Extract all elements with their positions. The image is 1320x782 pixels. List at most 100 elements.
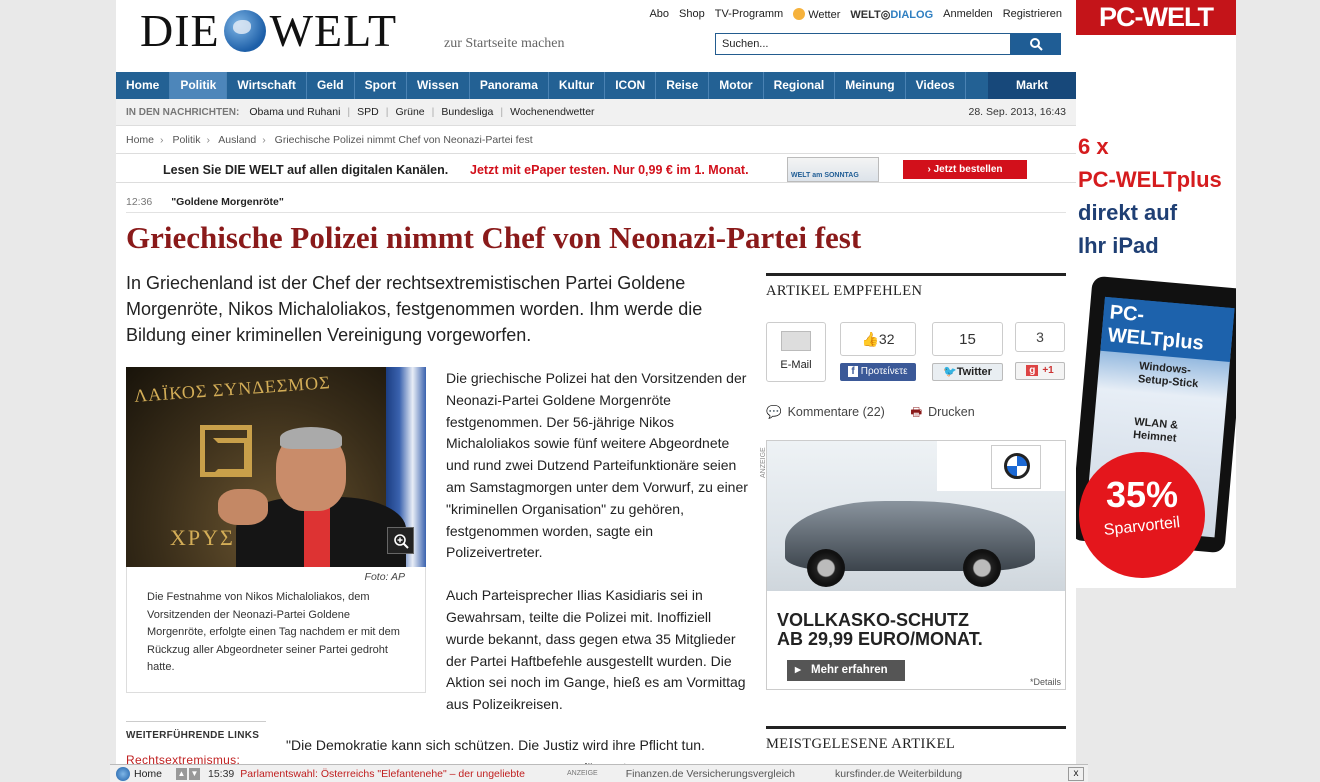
photo-caption-box: Foto: AP Die Festnahme von Nikos Michalo… [126, 567, 426, 693]
nav-panorama[interactable]: Panorama [470, 72, 549, 99]
weather-icon [793, 8, 806, 20]
top-links: Abo Shop TV-Programm Wetter WELT◎DIALOG … [649, 8, 1062, 21]
nav-motor[interactable]: Motor [709, 72, 764, 99]
article-actions: 💬 Kommentare (22) 🖶 Drucken [766, 403, 975, 424]
discount-badge: 35% Sparvorteil [1079, 452, 1205, 578]
ad-headline-1: VOLLKASKO-SCHUTZ [777, 610, 969, 630]
nav-reise[interactable]: Reise [656, 72, 710, 99]
gp-btn-label: +1 [1042, 365, 1054, 376]
article-time: 12:36 [126, 196, 153, 208]
bar-ad-label: ANZEIGE [566, 770, 598, 777]
fb-count-value: 32 [878, 331, 895, 347]
arrow-down-icon[interactable]: ▼ [189, 767, 200, 780]
nav-geld[interactable]: Geld [307, 72, 355, 99]
logo-text-left: DIE [140, 5, 220, 56]
news-item[interactable]: Grüne [395, 106, 424, 118]
welt-dialog-link[interactable]: WELT◎DIALOG [850, 8, 933, 21]
nav-markt[interactable]: Markt [988, 72, 1076, 99]
nav-videos[interactable]: Videos [906, 72, 966, 99]
news-item[interactable]: SPD [357, 106, 379, 118]
weather-link[interactable]: Wetter [793, 8, 840, 21]
news-item[interactable]: Bundesliga [441, 106, 493, 118]
photo-caption: Die Festnahme von Nikos Michaloliakos, d… [147, 591, 400, 673]
article-paragraph: Die griechische Polizei hat den Vorsitze… [446, 370, 748, 561]
email-label: E-Mail [780, 359, 812, 371]
breadcrumb-politik[interactable]: Politik [172, 134, 200, 146]
bar-time: 15:39 [208, 767, 235, 780]
breadcrumb-home[interactable]: Home [126, 134, 154, 146]
promo-offer-link[interactable]: Jetzt mit ePaper testen. Nur 0,99 € im 1… [470, 163, 749, 177]
nav-kultur[interactable]: Kultur [549, 72, 606, 99]
main-nav: Home Politik Wirtschaft Geld Sport Wisse… [116, 72, 1076, 99]
site-logo[interactable]: DIE WELT [140, 4, 397, 57]
pc-welt-banner-ad[interactable]: PC-WELT 6 x PC-WELTplus direkt auf Ihr i… [1076, 0, 1236, 588]
zoom-icon[interactable] [387, 527, 414, 554]
print-link[interactable]: Drucken [928, 405, 975, 419]
photo-credit: Foto: AP [364, 571, 405, 583]
bar-headline[interactable]: Parlamentswahl: Österreichs "Elefanteneh… [240, 768, 525, 780]
photo-banner-text-bottom: ΧΡΥΣ [170, 525, 235, 550]
shop-link[interactable]: Shop [679, 8, 705, 21]
nav-regional[interactable]: Regional [764, 72, 836, 99]
most-read-heading: MEISTGELESENE ARTIKEL [766, 726, 1066, 765]
globe-icon [116, 766, 130, 781]
search-button[interactable] [1011, 33, 1061, 55]
discount-label: Sparvorteil [1103, 514, 1181, 539]
facebook-button[interactable]: f Προτείνετε [840, 363, 916, 381]
comments-link[interactable]: Kommentare (22) [788, 405, 885, 419]
nav-home[interactable]: Home [116, 72, 171, 99]
bar-home-link[interactable]: Home [110, 766, 176, 781]
nav-icon[interactable]: ICON [605, 72, 657, 99]
register-link[interactable]: Registrieren [1003, 8, 1062, 21]
bmw-ad[interactable]: VOLLKASKO-SCHUTZ AB 29,99 EURO/MONAT. ▸ Me… [766, 440, 1066, 690]
ad-more-button[interactable]: ▸ Mehr erfahren [787, 660, 905, 681]
order-button[interactable]: › Jetzt bestellen [903, 160, 1027, 179]
banner-line-4: Ihr iPad [1078, 233, 1159, 258]
gplus-button[interactable]: g +1 [1015, 362, 1065, 380]
arrow-up-icon[interactable]: ▲ [176, 767, 187, 780]
promo-text: Lesen Sie DIE WELT auf allen digitalen K… [163, 163, 449, 177]
ad-details-link[interactable]: *Details [1030, 677, 1061, 687]
news-item[interactable]: Obama und Ruhani [249, 106, 340, 118]
bar-ad-link-2[interactable]: kursfinder.de Weiterbildung [835, 768, 962, 780]
abo-link[interactable]: Abo [649, 8, 669, 21]
further-links: WEITERFÜHRENDE LINKS Rechtsextremismus: [126, 721, 266, 767]
search-icon [1030, 38, 1043, 51]
banner-line-1: 6 x [1078, 134, 1109, 159]
current-date: 28. Sep. 2013, 16:43 [968, 106, 1067, 118]
twitter-count: 15 [932, 322, 1003, 356]
party-symbol [200, 425, 252, 477]
twitter-button[interactable]: 🐦Twitter [932, 363, 1003, 381]
nav-wissen[interactable]: Wissen [407, 72, 470, 99]
further-links-label: WEITERFÜHRENDE LINKS [126, 730, 260, 741]
article-lead: In Griechenland ist der Chef der rechtse… [126, 273, 703, 345]
article-photo[interactable]: ΛΑΪΚΟΣ ΣΥΝΔΕΣΜΟΣ ΧΡΥΣ [126, 367, 426, 567]
nav-sport[interactable]: Sport [355, 72, 407, 99]
article-title: Griechische Polizei nimmt Chef von Neona… [126, 220, 862, 255]
close-icon[interactable]: x [1068, 766, 1084, 781]
logo-text-right: WELT [269, 5, 398, 56]
news-item[interactable]: Wochenendwetter [510, 106, 594, 118]
nav-meinung[interactable]: Meinung [835, 72, 906, 99]
breadcrumb-ausland[interactable]: Ausland [218, 134, 256, 146]
newspaper-title: WELT am SONNTAG [791, 172, 859, 179]
banner-line-3: direkt auf [1078, 200, 1178, 225]
search-input[interactable]: Suchen... [715, 33, 1011, 55]
login-link[interactable]: Anmelden [943, 8, 993, 21]
twitter-bird-icon: 🐦 [943, 366, 957, 378]
nav-politik[interactable]: Politik [170, 72, 228, 99]
tv-link[interactable]: TV-Programm [715, 8, 783, 21]
nav-wirtschaft[interactable]: Wirtschaft [227, 72, 307, 99]
play-arrow-icon: ▸ [795, 664, 801, 676]
ad-headline-2: AB 29,99 EURO/MONAT. [777, 629, 983, 649]
screen-line-2: WLAN & Heimnet [1132, 415, 1179, 445]
email-share-button[interactable]: E-Mail [766, 322, 826, 382]
start-page-link[interactable]: zur Startseite machen [444, 36, 565, 52]
article-paragraph: Auch Parteisprecher Ilias Kasidiaris sei… [446, 587, 746, 713]
recommend-heading: ARTIKEL EMPFEHLEN [766, 273, 1066, 300]
gplus-count: 3 [1015, 322, 1065, 352]
bar-ad-link-1[interactable]: Finanzen.de Versicherungsvergleich [626, 768, 795, 780]
print-icon: 🖶 [910, 405, 923, 419]
banner-line-2: PC-WELTplus [1078, 167, 1222, 192]
globe-icon [223, 9, 266, 52]
